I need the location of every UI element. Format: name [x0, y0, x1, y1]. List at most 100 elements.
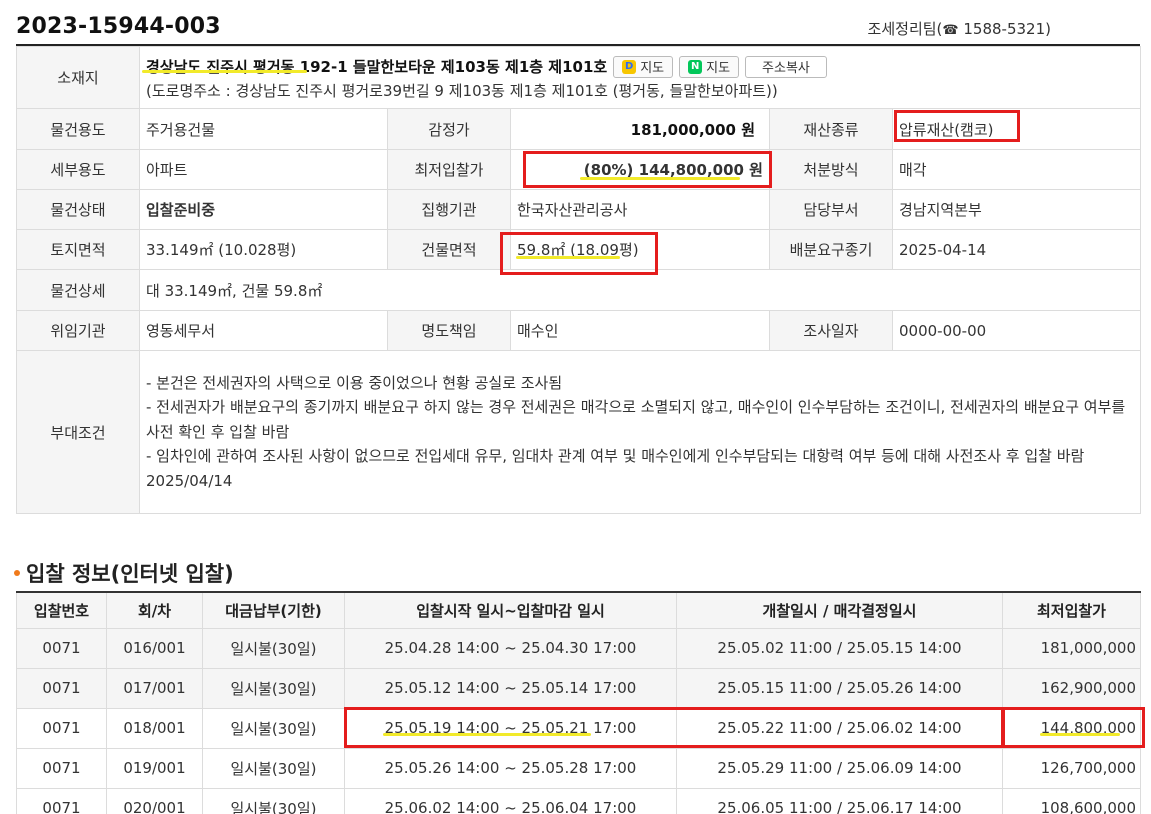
cell-opening-decision: 25.05.15 11:00 / 25.05.26 14:00	[676, 667, 1003, 709]
cell-round: 020/001	[106, 787, 203, 814]
col-min-bid: 최저입찰가	[1002, 591, 1141, 629]
sub-usage-value: 아파트	[139, 149, 388, 190]
red-box-building-area	[500, 232, 658, 275]
bid-table-header: 입찰번호 회/차 대금납부(기한) 입찰시작 일시~입찰마감 일시 개찰일시 /…	[16, 591, 1141, 629]
bid-info-section-title: 입찰 정보(인터넷 입찰)	[14, 558, 234, 588]
team-name: 조세정리팀(	[867, 20, 943, 38]
cell-round: 016/001	[106, 627, 203, 669]
highlight-underline-min-bid	[580, 177, 740, 180]
condition-line: - 본건은 전세권자의 사택으로 이용 중이었으나 현황 공실로 조사됨	[146, 373, 563, 392]
highlight-underline-bid-price	[1040, 733, 1120, 736]
naver-map-button[interactable]: N 지도	[679, 55, 740, 78]
cell-bid-period: 25.05.26 14:00 ~ 25.05.28 17:00	[344, 747, 677, 789]
naver-map-label: 지도	[706, 61, 731, 76]
cell-bid-period: 25.05.12 14:00 ~ 25.05.14 17:00	[344, 667, 677, 709]
delegator-value: 영동세무서	[139, 310, 388, 351]
property-type-label: 재산종류	[769, 108, 893, 150]
row-location: 소재지 경상남도 진주시 평거동 192-1 들말한보타운 제103동 제1층 …	[16, 46, 1142, 109]
condition-line: - 임차인에 관하여 조사된 사항이 없으므로 전입세대 유무, 임대차 관계 …	[146, 447, 1085, 466]
claim-deadline-value: 2025-04-14	[891, 229, 1142, 270]
road-address-text: (도로명주소 : 경상남도 진주시 평거로39번길 9 제103동 제1층 제1…	[146, 81, 778, 100]
sub-usage-label: 세부용도	[16, 149, 140, 190]
cell-bid-number: 0071	[16, 667, 107, 709]
cell-bid-number: 0071	[16, 747, 107, 789]
cell-bid-number: 0071	[16, 627, 107, 669]
phone-icon: ☎	[942, 23, 959, 38]
detail-label: 물건상세	[16, 269, 140, 311]
cell-min-bid: 162,900,000	[1002, 667, 1141, 709]
cell-bid-number: 0071	[16, 707, 107, 749]
executor-value: 한국자산관리공사	[510, 189, 770, 230]
row-detail: 물건상세 대 33.149㎡, 건물 59.8㎡	[16, 269, 1142, 311]
cell-min-bid: 181,000,000	[1002, 627, 1141, 669]
appraisal-label: 감정가	[387, 108, 511, 150]
transfer-value: 매수인	[510, 310, 770, 351]
cell-opening-decision: 25.05.29 11:00 / 25.06.09 14:00	[676, 747, 1003, 789]
row-conditions: 부대조건 - 본건은 전세권자의 사택으로 이용 중이었으나 현황 공실로 조사…	[16, 350, 1142, 514]
col-bid-number: 입찰번호	[16, 591, 107, 629]
table-row[interactable]: 0071 019/001 일시불(30일) 25.05.26 14:00 ~ 2…	[16, 747, 1141, 789]
row-delegator: 위임기관 영동세무서 명도책임 매수인 조사일자 0000-00-00	[16, 310, 1142, 351]
table-row[interactable]: 0071 017/001 일시불(30일) 25.05.12 14:00 ~ 2…	[16, 667, 1141, 709]
delegator-label: 위임기관	[16, 310, 140, 351]
location-label: 소재지	[16, 46, 140, 109]
condition-line: - 전세권자가 배분요구의 종기까지 배분요구 하지 않는 경우 전세권은 매각…	[146, 398, 1126, 441]
col-round: 회/차	[106, 591, 203, 629]
kakao-map-label: 지도	[640, 61, 665, 76]
cell-payment: 일시불(30일)	[202, 747, 345, 789]
cell-payment: 일시불(30일)	[202, 667, 345, 709]
land-area-value: 33.149㎡ (10.028평)	[139, 229, 388, 270]
conditions-text: - 본건은 전세권자의 사택으로 이용 중이었으나 현황 공실로 조사됨 - 전…	[138, 350, 1142, 514]
building-area-label: 건물면적	[387, 229, 511, 270]
detail-value: 대 33.149㎡, 건물 59.8㎡	[138, 269, 1142, 311]
disposal-label: 처분방식	[769, 149, 893, 190]
usage-value: 주거용건물	[139, 108, 388, 150]
red-box-bid-row-price	[1002, 707, 1145, 748]
kakao-map-icon: D	[622, 59, 637, 74]
condition-date: 2025/04/14	[146, 471, 233, 490]
executor-label: 집행기관	[387, 189, 511, 230]
cell-bid-period: 25.04.28 14:00 ~ 25.04.30 17:00	[344, 627, 677, 669]
address-text: 경상남도 진주시 평거동 192-1 들말한보타운 제103동 제1층 제101…	[146, 58, 608, 76]
status-label: 물건상태	[16, 189, 140, 230]
bullet-icon	[14, 570, 20, 576]
red-box-bid-row-period	[344, 707, 1004, 748]
team-phone: 1588-5321)	[958, 20, 1051, 38]
copy-address-button[interactable]: 주소복사	[745, 55, 827, 78]
cell-bid-period: 25.06.02 14:00 ~ 25.06.04 17:00	[344, 787, 677, 814]
survey-date-value: 0000-00-00	[891, 310, 1142, 351]
min-bid-label: 최저입찰가	[387, 149, 511, 190]
appraisal-value: 181,000,000 원	[510, 108, 770, 150]
land-area-label: 토지면적	[16, 229, 140, 270]
location-cell: 경상남도 진주시 평거동 192-1 들말한보타운 제103동 제1층 제101…	[138, 46, 1142, 109]
cell-round: 017/001	[106, 667, 203, 709]
dept-label: 담당부서	[769, 189, 893, 230]
highlight-underline-bid-period	[383, 733, 591, 736]
red-box-min-bid	[523, 151, 772, 188]
cell-payment: 일시불(30일)	[202, 787, 345, 814]
cell-min-bid: 108,600,000	[1002, 787, 1141, 814]
cell-opening-decision: 25.05.02 11:00 / 25.05.15 14:00	[676, 627, 1003, 669]
naver-map-icon: N	[688, 59, 703, 74]
col-bid-period: 입찰시작 일시~입찰마감 일시	[344, 591, 677, 629]
kakao-map-button[interactable]: D 지도	[613, 55, 674, 78]
cell-min-bid: 126,700,000	[1002, 747, 1141, 789]
usage-label: 물건용도	[16, 108, 140, 150]
claim-deadline-label: 배분요구종기	[769, 229, 893, 270]
case-number: 2023-15944-003	[16, 14, 221, 39]
cell-opening-decision: 25.06.05 11:00 / 25.06.17 14:00	[676, 787, 1003, 814]
cell-payment: 일시불(30일)	[202, 707, 345, 749]
cell-round: 018/001	[106, 707, 203, 749]
team-contact: 조세정리팀(☎ 1588-5321)	[868, 18, 1051, 39]
red-box-property-type	[894, 110, 1020, 142]
cell-payment: 일시불(30일)	[202, 627, 345, 669]
table-row[interactable]: 0071 016/001 일시불(30일) 25.04.28 14:00 ~ 2…	[16, 627, 1141, 669]
conditions-label: 부대조건	[16, 350, 140, 514]
bid-schedule-table: 입찰번호 회/차 대금납부(기한) 입찰시작 일시~입찰마감 일시 개찰일시 /…	[16, 591, 1141, 814]
transfer-label: 명도책임	[387, 310, 511, 351]
dept-value: 경남지역본부	[891, 189, 1142, 230]
table-row[interactable]: 0071 020/001 일시불(30일) 25.06.02 14:00 ~ 2…	[16, 787, 1141, 814]
highlight-underline-building-area	[516, 256, 620, 259]
col-payment: 대금납부(기한)	[202, 591, 345, 629]
survey-date-label: 조사일자	[769, 310, 893, 351]
